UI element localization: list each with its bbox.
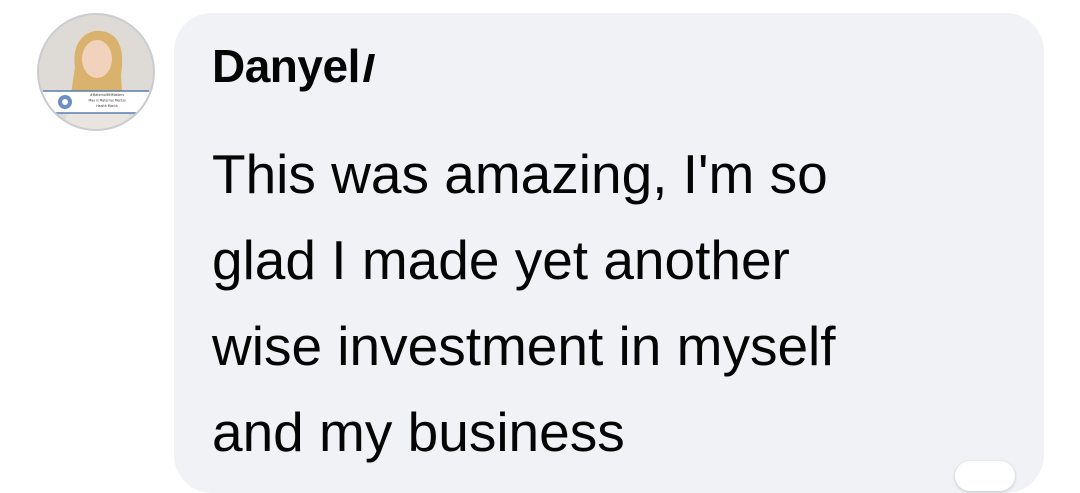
- comment-item: #MaternalMHMatters May is Maternal Menta…: [0, 0, 1080, 493]
- reaction-badge[interactable]: [955, 461, 1015, 491]
- profile-photo-icon: #MaternalMHMatters May is Maternal Menta…: [39, 15, 153, 129]
- comment-author[interactable]: Danyel: [212, 40, 375, 92]
- badge-line-3: Health Month: [96, 104, 117, 108]
- badge-line-1: #MaternalMHMatters: [90, 93, 124, 97]
- author-name-cutoff: [362, 54, 375, 82]
- badge-line-2: May is Maternal Mental: [88, 99, 125, 103]
- author-name[interactable]: Danyel: [212, 40, 360, 92]
- comment-bubble: Danyel This was amazing, I'm so glad I m…: [174, 13, 1044, 493]
- comment-text: This was amazing, I'm so glad I made yet…: [212, 143, 836, 463]
- avatar[interactable]: #MaternalMHMatters May is Maternal Menta…: [37, 13, 155, 131]
